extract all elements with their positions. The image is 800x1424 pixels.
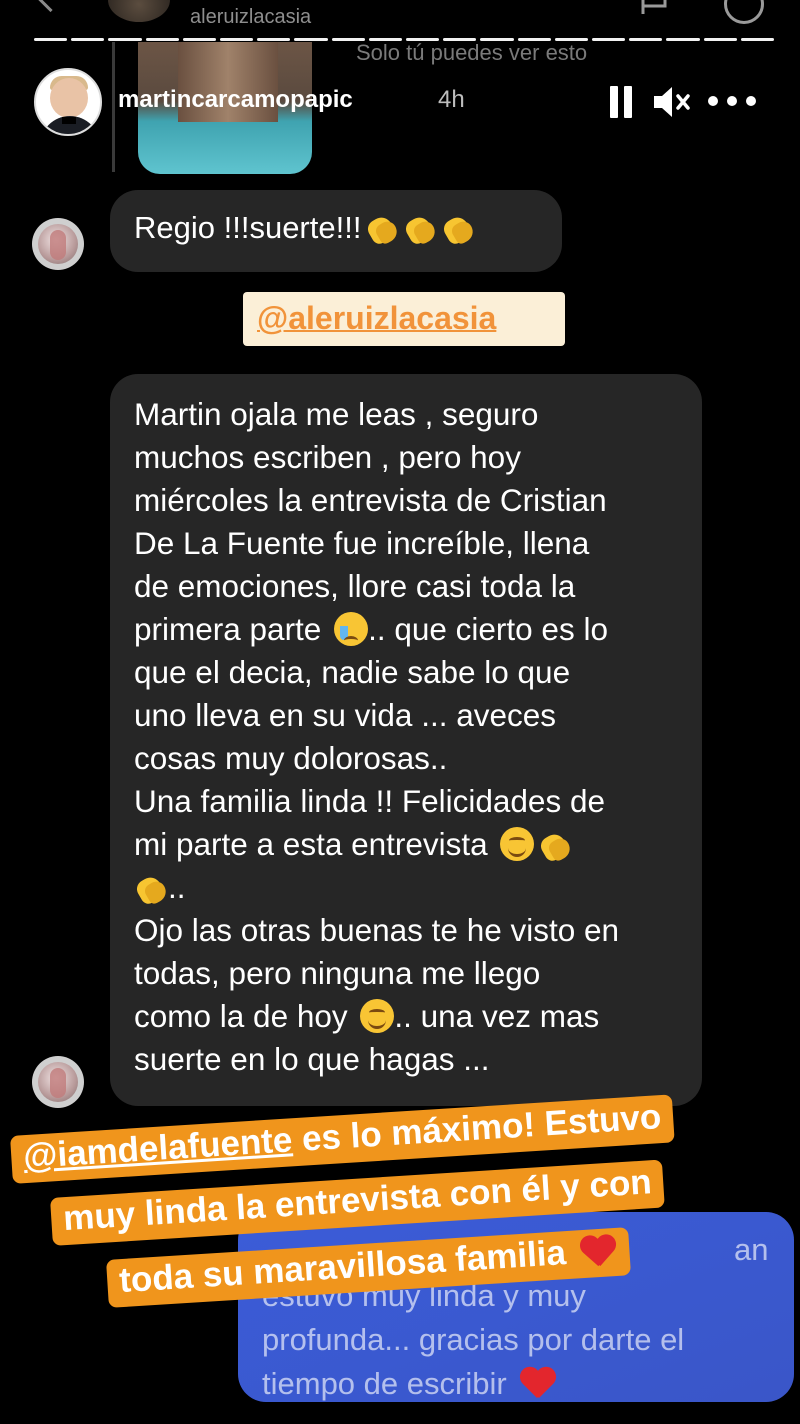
clap-emoji-icon: [134, 872, 168, 904]
pause-icon[interactable]: [610, 86, 632, 118]
mention-sticker[interactable]: @aleruizlacasia: [243, 292, 565, 346]
crying-emoji-icon: [334, 612, 369, 646]
message-line: Ojo las otras buenas te he visto en: [134, 912, 620, 948]
only-you-note: Solo tú puedes ver esto: [356, 40, 588, 65]
smiling-emoji-icon: [360, 999, 395, 1033]
progress-segment: [34, 38, 68, 41]
message-line: an: [734, 1232, 769, 1267]
progress-segment: [666, 38, 700, 41]
dm-username[interactable]: aleruizlacasia: [190, 6, 311, 29]
message-line: que el decia, nadie sabe lo que: [134, 654, 571, 690]
message-line: cosas muy dolorosas..: [134, 740, 448, 776]
message-line: todas, pero ninguna me llego: [134, 955, 541, 991]
message-line: como la de hoy .. una vez mas: [134, 998, 600, 1034]
clap-emoji-icon: [403, 212, 437, 244]
progress-segment: [740, 38, 775, 41]
message-line: Una familia linda !! Felicidades de: [134, 783, 605, 819]
message-line: de emociones, llore casi toda la: [134, 568, 576, 604]
clap-emoji-icon: [538, 829, 572, 861]
message-line: miércoles la entrevista de Cristian: [134, 482, 607, 518]
smiling-emoji-icon: [500, 827, 535, 861]
back-chevron-icon[interactable]: [32, 0, 69, 13]
mute-icon[interactable]: [652, 86, 692, 118]
message-line: primera parte .. que cierto es lo: [134, 611, 608, 647]
message-line: ..: [134, 869, 186, 906]
progress-segment: [592, 38, 626, 41]
progress-segment: [257, 38, 291, 41]
progress-segment: [220, 38, 254, 41]
clap-emoji-icon: [441, 212, 475, 244]
message-line: muchos escriben , pero hoy: [134, 439, 521, 475]
message-text: Regio !!!suerte!!!: [134, 210, 475, 246]
more-options-icon[interactable]: [708, 96, 756, 108]
message-line: uno lleva en su vida ... aveces: [134, 697, 557, 733]
message-line: De La Fuente fue increíble, llena: [134, 525, 590, 561]
sender-avatar[interactable]: [32, 1056, 84, 1108]
reply-indicator-line: [112, 42, 115, 172]
message-bubble-long[interactable]: Martin ojala me leas , seguro muchos esc…: [110, 374, 702, 1106]
heart-emoji-icon: [579, 1233, 619, 1269]
story-username[interactable]: martincarcamopapic: [118, 86, 353, 114]
progress-segment: [182, 38, 217, 41]
story-avatar[interactable]: [34, 68, 102, 136]
heart-emoji-icon: [519, 1366, 557, 1400]
message-line: tiempo de escribir: [262, 1366, 557, 1402]
flag-icon[interactable]: [640, 0, 668, 14]
message-line: suerte en lo que hagas ...: [134, 1041, 490, 1077]
clap-emoji-icon: [365, 212, 399, 244]
dm-avatar[interactable]: [108, 0, 170, 22]
message-bubble[interactable]: Regio !!!suerte!!!: [110, 190, 562, 272]
caption-mention[interactable]: @iamdelafuente: [22, 1120, 293, 1176]
progress-segment: [294, 38, 328, 41]
sender-avatar[interactable]: [32, 218, 84, 270]
message-line: mi parte a esta entrevista: [134, 826, 572, 863]
message-line: Martin ojala me leas , seguro: [134, 396, 539, 432]
message-line: profunda... gracias por darte el: [262, 1322, 685, 1357]
progress-segment: [108, 38, 142, 41]
dm-header: aleruizlacasia: [0, 0, 800, 30]
story-timestamp: 4h: [438, 86, 465, 113]
progress-segment: [629, 38, 663, 41]
mention-sticker-text: @aleruizlacasia: [257, 300, 497, 336]
progress-segment: [145, 38, 179, 41]
progress-segment: [71, 38, 105, 41]
info-icon[interactable]: [724, 0, 764, 24]
progress-segment: [703, 38, 737, 41]
